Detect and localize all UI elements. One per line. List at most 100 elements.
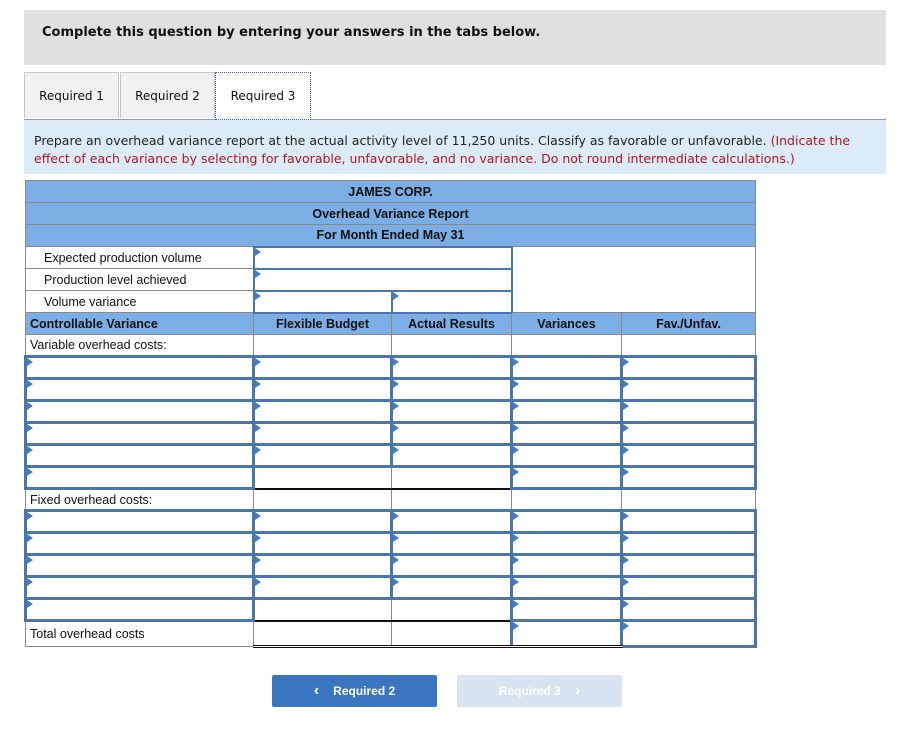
fav-unfav-select[interactable] bbox=[619, 509, 758, 534]
total-overhead-label: Total overhead costs bbox=[25, 620, 254, 647]
flexible-budget-input[interactable] bbox=[252, 355, 393, 380]
flexible-budget-input[interactable] bbox=[252, 575, 393, 600]
total-fav-unfav-select[interactable] bbox=[619, 619, 758, 648]
actual-results-header: Actual Results bbox=[391, 312, 512, 335]
variance-input[interactable] bbox=[510, 399, 623, 424]
fav-unfav-select[interactable] bbox=[619, 421, 758, 446]
overhead-variance-report: JAMES CORP. Overhead Variance Report For… bbox=[24, 180, 758, 648]
actual-results-input[interactable] bbox=[390, 531, 513, 556]
flexible-budget-input[interactable] bbox=[252, 531, 393, 556]
fixed-row bbox=[24, 575, 758, 600]
flexible-budget-input[interactable] bbox=[252, 443, 393, 468]
actual-results-input[interactable] bbox=[390, 355, 513, 380]
actual-results-input[interactable] bbox=[390, 377, 513, 402]
flexible-budget-input[interactable] bbox=[252, 399, 393, 424]
empty-cell bbox=[253, 620, 392, 648]
cost-label-input[interactable] bbox=[24, 553, 255, 578]
flexible-budget-input[interactable] bbox=[252, 509, 393, 534]
variances-header: Variances bbox=[511, 312, 622, 335]
variance-input[interactable] bbox=[510, 443, 623, 468]
tab-bar: Required 1 Required 2 Required 3 bbox=[24, 72, 886, 120]
actual-results-input[interactable] bbox=[390, 421, 513, 446]
instructions: Prepare an overhead variance report at t… bbox=[24, 120, 886, 174]
variable-subtotal-row bbox=[24, 465, 758, 490]
volume-variance-input-1[interactable] bbox=[252, 289, 393, 314]
variable-row bbox=[24, 377, 758, 402]
variable-overhead-label: Variable overhead costs: bbox=[25, 334, 254, 357]
actual-results-input[interactable] bbox=[390, 399, 513, 424]
actual-results-input[interactable] bbox=[390, 575, 513, 600]
tab-required-2[interactable]: Required 2 bbox=[120, 72, 215, 118]
tab-required-1[interactable]: Required 1 bbox=[24, 72, 119, 118]
controllable-variance-header: Controllable Variance bbox=[25, 312, 254, 335]
flexible-budget-input[interactable] bbox=[252, 377, 393, 402]
variance-input[interactable] bbox=[510, 575, 623, 600]
variance-input[interactable] bbox=[510, 377, 623, 402]
fixed-row bbox=[24, 509, 758, 534]
empty-cell bbox=[511, 334, 622, 357]
cost-label-input[interactable] bbox=[24, 421, 255, 446]
empty-cell bbox=[391, 465, 512, 490]
fav-unfav-select[interactable] bbox=[619, 399, 758, 424]
fav-unfav-select[interactable] bbox=[619, 355, 758, 380]
fixed-overhead-label: Fixed overhead costs: bbox=[25, 488, 254, 511]
production-level-input[interactable] bbox=[252, 267, 513, 292]
tab-required-3[interactable]: Required 3 bbox=[215, 72, 311, 120]
fixed-row bbox=[24, 531, 758, 556]
fav-unfav-select[interactable] bbox=[619, 531, 758, 556]
company-name: JAMES CORP. bbox=[24, 180, 757, 203]
cost-label-input[interactable] bbox=[24, 443, 255, 468]
empty-cell bbox=[253, 597, 392, 622]
next-required-button[interactable]: Required 3 › bbox=[457, 675, 622, 707]
prev-required-button[interactable]: ‹ Required 2 bbox=[272, 675, 437, 707]
variance-input[interactable] bbox=[510, 509, 623, 534]
subtotal-label-input[interactable] bbox=[24, 465, 255, 490]
expected-volume-input[interactable] bbox=[252, 245, 513, 270]
volume-variance-label: Volume variance bbox=[25, 290, 254, 313]
subtotal-fav-unfav-select[interactable] bbox=[619, 465, 758, 490]
variable-row bbox=[24, 443, 758, 468]
total-variance-input[interactable] bbox=[510, 619, 623, 648]
empty-cell bbox=[253, 465, 392, 490]
empty-cell bbox=[391, 334, 512, 357]
empty-cell bbox=[253, 488, 392, 511]
fav-unfav-select[interactable] bbox=[619, 443, 758, 468]
flexible-budget-input[interactable] bbox=[252, 553, 393, 578]
variance-input[interactable] bbox=[510, 421, 623, 446]
empty-cell bbox=[620, 488, 757, 511]
cost-label-input[interactable] bbox=[24, 509, 255, 534]
variance-input[interactable] bbox=[510, 355, 623, 380]
production-level-label: Production level achieved bbox=[25, 268, 254, 291]
subtotal-variance-input[interactable] bbox=[510, 597, 623, 622]
cost-label-input[interactable] bbox=[24, 377, 255, 402]
subtotal-label-input[interactable] bbox=[24, 597, 255, 622]
cost-label-input[interactable] bbox=[24, 355, 255, 380]
actual-results-input[interactable] bbox=[390, 553, 513, 578]
fav-unfav-select[interactable] bbox=[619, 377, 758, 402]
total-row: Total overhead costs bbox=[25, 619, 758, 648]
variable-rows bbox=[24, 355, 758, 490]
fav-unfav-header: Fav./Unfav. bbox=[620, 312, 757, 335]
prev-button-label: Required 2 bbox=[333, 684, 396, 698]
fixed-subtotal-row bbox=[24, 597, 758, 622]
empty-cell bbox=[391, 597, 512, 622]
fav-unfav-select[interactable] bbox=[619, 553, 758, 578]
cost-label-input[interactable] bbox=[24, 575, 255, 600]
fav-unfav-select[interactable] bbox=[619, 575, 758, 600]
empty-cell bbox=[511, 488, 622, 511]
subtotal-variance-input[interactable] bbox=[510, 465, 623, 490]
variance-input[interactable] bbox=[510, 531, 623, 556]
empty-cell bbox=[391, 620, 512, 648]
blank-cell bbox=[510, 246, 757, 313]
volume-variance-input-2[interactable] bbox=[390, 289, 513, 314]
flexible-budget-input[interactable] bbox=[252, 421, 393, 446]
actual-results-input[interactable] bbox=[390, 509, 513, 534]
variance-input[interactable] bbox=[510, 553, 623, 578]
cost-label-input[interactable] bbox=[24, 399, 255, 424]
variable-row bbox=[24, 399, 758, 424]
cost-label-input[interactable] bbox=[24, 531, 255, 556]
actual-results-input[interactable] bbox=[390, 443, 513, 468]
flexible-budget-header: Flexible Budget bbox=[253, 312, 392, 335]
expected-volume-label: Expected production volume bbox=[25, 246, 254, 269]
subtotal-fav-unfav-select[interactable] bbox=[619, 597, 758, 622]
